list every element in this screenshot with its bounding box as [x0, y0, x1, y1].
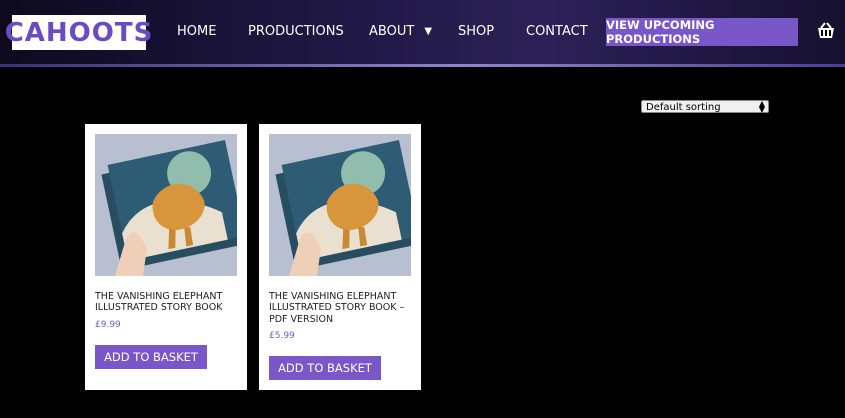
add-to-basket-button[interactable]: ADD TO BASKET	[269, 356, 381, 380]
nav-label: HOME	[177, 24, 217, 39]
nav-label: CONTACT	[526, 24, 588, 39]
logo-text: CAHOOTS	[4, 17, 154, 48]
product-price: £5.99	[269, 331, 295, 341]
chevron-down-icon: ▼	[424, 26, 433, 37]
product-image[interactable]	[269, 134, 411, 276]
view-upcoming-productions-button[interactable]: VIEW UPCOMING PRODUCTIONS	[606, 18, 798, 46]
site-logo[interactable]: CAHOOTS	[5, 15, 152, 50]
select-arrows-icon: ▲ ▼	[758, 99, 765, 114]
button-label: ADD TO BASKET	[278, 361, 372, 375]
nav-item-home[interactable]: HOME	[177, 24, 216, 39]
basket-icon[interactable]	[815, 20, 837, 42]
add-to-basket-button[interactable]: ADD TO BASKET	[95, 345, 207, 369]
nav-item-contact[interactable]: CONTACT	[526, 24, 588, 39]
nav-item-productions[interactable]: PRODUCTIONS	[248, 24, 344, 39]
nav-label: SHOP	[458, 24, 495, 39]
sorting-value: Default sorting	[646, 102, 721, 113]
product-title[interactable]: THE VANISHING ELEPHANT ILLUSTRATED STORY…	[95, 291, 241, 314]
product-title[interactable]: THE VANISHING ELEPHANT ILLUSTRATED STORY…	[269, 291, 415, 325]
nav-label: PRODUCTIONS	[248, 24, 344, 39]
header-divider	[0, 64, 845, 67]
product-image[interactable]	[95, 134, 237, 276]
nav-item-shop[interactable]: SHOP	[458, 24, 494, 39]
nav-label: ABOUT	[369, 24, 415, 39]
product-card: THE VANISHING ELEPHANT ILLUSTRATED STORY…	[259, 124, 421, 390]
button-label: ADD TO BASKET	[104, 350, 198, 364]
sorting-select[interactable]: Default sorting ▲ ▼	[641, 99, 769, 114]
product-card: THE VANISHING ELEPHANT ILLUSTRATED STORY…	[85, 124, 247, 390]
product-price: £9.99	[95, 320, 121, 330]
nav-item-about[interactable]: ABOUT ▼	[369, 24, 432, 39]
cta-label: VIEW UPCOMING PRODUCTIONS	[606, 18, 715, 46]
